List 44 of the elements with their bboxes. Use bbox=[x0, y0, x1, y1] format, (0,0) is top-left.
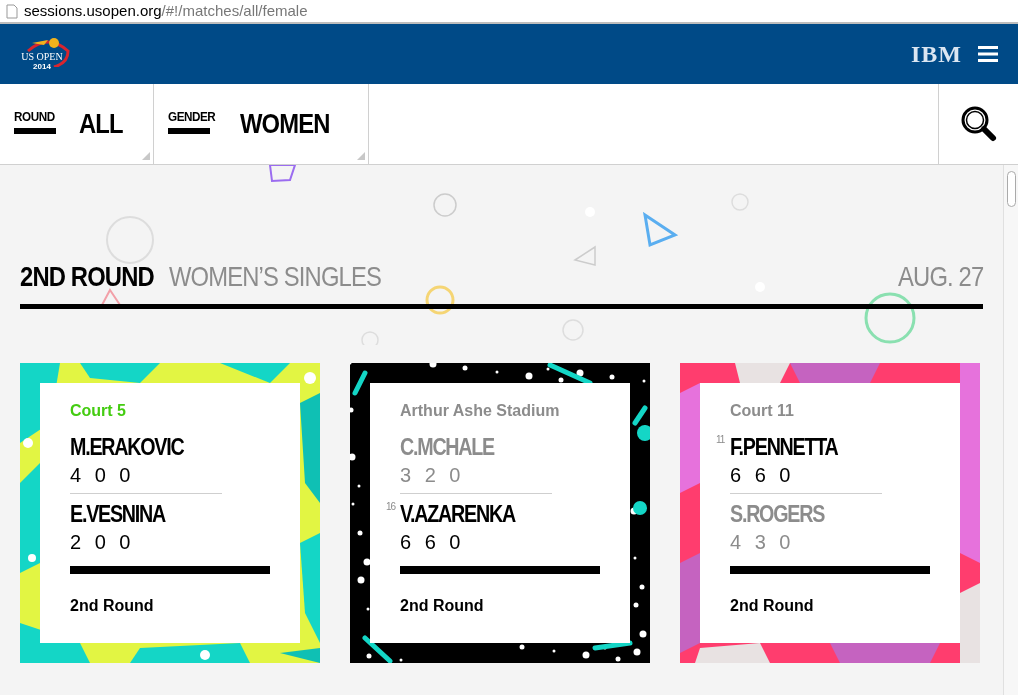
player-name: M.ERAKOVIC bbox=[70, 433, 184, 461]
ibm-logo: IBM bbox=[911, 41, 962, 67]
menu-icon[interactable] bbox=[978, 46, 998, 62]
event-heading: WOMEN’S SINGLES bbox=[169, 261, 382, 293]
seed-number: 11 bbox=[716, 434, 725, 446]
filter-value: ALL bbox=[79, 108, 123, 140]
filter-value: WOMEN bbox=[240, 108, 330, 140]
filter-dropdown[interactable]: GENDER WOMEN bbox=[153, 84, 369, 164]
scrollbar[interactable] bbox=[1003, 165, 1018, 695]
player-name: S.ROGERS bbox=[730, 500, 825, 528]
filter-label: ROUND bbox=[14, 110, 55, 124]
set-scores: 6 6 0 bbox=[400, 530, 461, 554]
set-scores: 4 3 0 bbox=[730, 530, 791, 554]
court-name: Court 5 bbox=[70, 401, 126, 421]
player-name: C.MCHALE bbox=[400, 433, 494, 461]
match-card[interactable]: Court 5 M.ERAKOVIC 4 0 0 E.VESNINA 2 0 0 2nd Round bbox=[20, 363, 320, 663]
set-scores: 4 0 0 bbox=[70, 463, 131, 487]
player-name: V.AZARENKA bbox=[400, 500, 515, 528]
round-label: 2nd Round bbox=[400, 596, 484, 616]
page-icon bbox=[6, 3, 18, 19]
filter-label: GENDER bbox=[167, 110, 215, 124]
seed-number: 16 bbox=[386, 501, 396, 513]
filter-dropdown[interactable]: ROUND ALL bbox=[0, 84, 154, 164]
logo-text: US OPEN bbox=[21, 52, 63, 62]
set-scores: 2 0 0 bbox=[70, 530, 131, 554]
match-card[interactable]: Court 11 11 F.PENNETTA 6 6 0 S.ROGERS 4 3 0 2nd Round bbox=[680, 363, 980, 663]
set-scores: 3 2 0 bbox=[400, 463, 461, 487]
court-name: Arthur Ashe Stadium bbox=[400, 401, 560, 421]
round-heading: 2ND ROUND bbox=[20, 261, 154, 293]
round-label: 2nd Round bbox=[730, 596, 814, 616]
date-heading: AUG. 27 bbox=[897, 261, 983, 293]
corner-icon bbox=[141, 152, 150, 160]
set-scores: 6 6 0 bbox=[730, 463, 791, 487]
logo-year: 2014 bbox=[33, 62, 51, 71]
player-name: F.PENNETTA bbox=[730, 433, 838, 461]
round-label: 2nd Round bbox=[70, 596, 154, 616]
corner-icon bbox=[356, 152, 365, 160]
player-name: E.VESNINA bbox=[70, 500, 165, 528]
address-bar[interactable]: sessions.usopen.org/#!/matches/all/female bbox=[0, 0, 1018, 24]
search-icon[interactable] bbox=[959, 105, 998, 143]
court-name: Court 11 bbox=[730, 401, 794, 421]
site-logo[interactable]: US OPEN 2014 bbox=[14, 37, 70, 71]
url-text: sessions.usopen.org/#!/matches/all/female bbox=[24, 1, 308, 21]
match-card[interactable]: Arthur Ashe Stadium C.MCHALE 3 2 0 16 V.AZARENKA 6 6 0 2nd Round bbox=[350, 363, 650, 663]
